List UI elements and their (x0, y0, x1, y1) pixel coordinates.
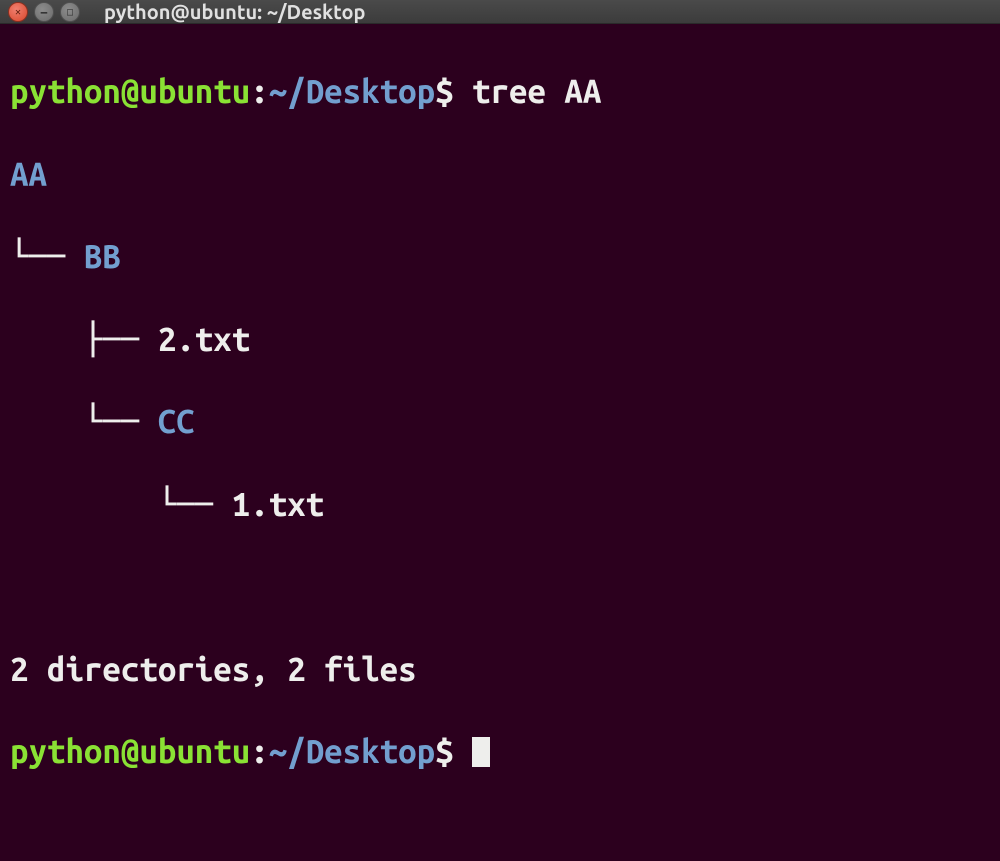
prompt-colon: : (250, 73, 268, 110)
tree-file: 1.txt (232, 486, 324, 523)
minimize-icon[interactable] (34, 2, 54, 22)
prompt-user-host: python@ubuntu (10, 73, 250, 110)
tree-dir-bb: BB (84, 238, 121, 275)
tree-line-bb: └── BB (10, 236, 990, 277)
prompt-sigil: $ (435, 733, 472, 770)
prompt-path: ~/Desktop (269, 733, 435, 770)
command-text: tree AA (472, 73, 601, 110)
maximize-icon[interactable] (60, 2, 80, 22)
blank-line (10, 566, 990, 607)
tree-branch: ├── (10, 321, 158, 358)
tree-dir-root: AA (10, 156, 47, 193)
tree-dir-cc: CC (158, 403, 195, 440)
tree-line-cc: └── CC (10, 401, 990, 442)
prompt-line-2: python@ubuntu:~/Desktop$ (10, 731, 990, 772)
cursor-block (472, 737, 490, 767)
prompt-line-1: python@ubuntu:~/Desktop$ tree AA (10, 71, 990, 112)
tree-branch: └── (10, 238, 84, 275)
terminal-body[interactable]: python@ubuntu:~/Desktop$ tree AA AA └── … (0, 24, 1000, 861)
titlebar[interactable]: python@ubuntu: ~/Desktop (0, 0, 1000, 24)
prompt-user-host: python@ubuntu (10, 733, 250, 770)
tree-file: 2.txt (158, 321, 250, 358)
prompt-sigil: $ (435, 73, 472, 110)
tree-root-line: AA (10, 154, 990, 195)
close-icon[interactable] (8, 2, 28, 22)
tree-line-2txt: ├── 2.txt (10, 319, 990, 360)
summary-text: 2 directories, 2 files (10, 651, 417, 688)
tree-summary: 2 directories, 2 files (10, 649, 990, 690)
prompt-path: ~/Desktop (269, 73, 435, 110)
tree-line-1txt: └── 1.txt (10, 484, 990, 525)
tree-branch: └── (10, 486, 232, 523)
terminal-window: python@ubuntu: ~/Desktop python@ubuntu:~… (0, 0, 1000, 550)
tree-branch: └── (10, 403, 158, 440)
window-title: python@ubuntu: ~/Desktop (104, 0, 366, 23)
prompt-colon: : (250, 733, 268, 770)
